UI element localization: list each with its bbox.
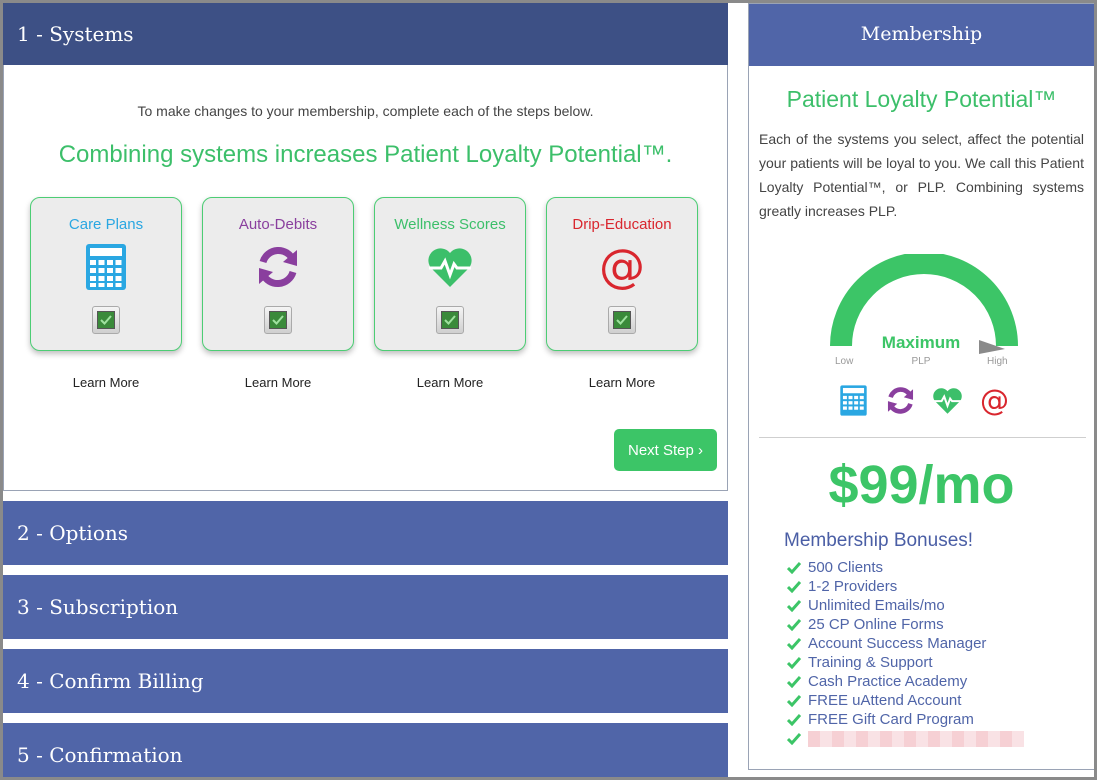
check-icon (787, 580, 801, 593)
learn-more-link[interactable]: Learn More (202, 375, 354, 390)
check-icon (787, 561, 801, 574)
bonus-item: Cash Practice Academy (787, 672, 1024, 691)
step-header-systems[interactable]: 1 - Systems (3, 3, 728, 65)
auto-debits-checkbox[interactable] (264, 306, 292, 334)
card-title: Auto-Debits (238, 216, 318, 233)
next-step-button[interactable]: Next Step › (614, 429, 717, 471)
bonus-label: Account Success Manager (808, 635, 987, 652)
check-icon (787, 732, 801, 745)
check-icon (100, 315, 112, 325)
calculator-icon (86, 244, 126, 290)
membership-sidebar: Membership Patient Loyalty Potential™ Ea… (748, 3, 1095, 770)
bonus-item: Training & Support (787, 653, 1024, 672)
check-icon (787, 656, 801, 669)
card-title: Care Plans (68, 216, 144, 233)
check-icon (787, 675, 801, 688)
bonus-label: 500 Clients (808, 559, 884, 576)
plp-headline: Combining systems increases Patient Loya… (58, 141, 673, 168)
bonus-label: 1-2 Providers (808, 578, 898, 595)
gauge-low-label: Low (835, 356, 854, 366)
bonus-label: FREE Gift Card Program (808, 711, 974, 728)
bonus-item: 25 CP Online Forms (787, 615, 1024, 634)
bonus-label: Unlimited Emails/mo (808, 597, 945, 614)
divider (759, 437, 1086, 438)
calculator-icon (840, 385, 867, 416)
at-sign-icon: @ (980, 384, 1009, 417)
check-icon (272, 315, 284, 325)
gauge-sub-label: PLP (912, 356, 931, 366)
bonuses-list: 500 Clients 1-2 Providers Unlimited Emai… (787, 558, 1024, 748)
care-plans-checkbox[interactable] (92, 306, 120, 334)
gauge-value-label: Maximum (882, 333, 960, 352)
sync-icon (887, 387, 914, 414)
card-title: Drip-Education (572, 216, 672, 233)
bonus-item: FREE uAttend Account (787, 691, 1024, 710)
heartbeat-icon (428, 248, 472, 287)
bonus-item: 500 Clients (787, 558, 1024, 577)
bonus-label: Training & Support (808, 654, 933, 671)
bonus-label: Cash Practice Academy (808, 673, 968, 690)
drip-education-checkbox[interactable] (608, 306, 636, 334)
system-card-auto-debits: Auto-Debits Learn More (202, 197, 354, 390)
check-icon (787, 694, 801, 707)
system-card-drip-education: Drip-Education @ Learn More (546, 197, 698, 390)
intro-text: To make changes to your membership, comp… (137, 103, 594, 119)
systems-panel: To make changes to your membership, comp… (3, 65, 728, 491)
learn-more-link[interactable]: Learn More (546, 375, 698, 390)
system-card-care-plans: Care Plans Learn More (30, 197, 182, 390)
svg-text:@: @ (980, 384, 1009, 417)
bonus-label: 25 CP Online Forms (808, 616, 944, 633)
system-card-wellness-scores: Wellness Scores Learn More (374, 197, 526, 390)
svg-text:@: @ (599, 242, 645, 292)
bonus-item: Unlimited Emails/mo (787, 596, 1024, 615)
learn-more-link[interactable]: Learn More (374, 375, 526, 390)
gauge-high-label: High (987, 356, 1008, 366)
check-icon (787, 599, 801, 612)
check-icon (787, 713, 801, 726)
redacted-text (808, 730, 1024, 747)
bonus-item: 1-2 Providers (787, 577, 1024, 596)
step-header-confirmation[interactable]: 5 - Confirmation (3, 723, 728, 780)
plp-description: Each of the systems you select, affect t… (759, 131, 1084, 219)
learn-more-link[interactable]: Learn More (30, 375, 182, 390)
bonus-item: FREE Gift Card Program (787, 710, 1024, 729)
step-header-subscription[interactable]: 3 - Subscription (3, 575, 728, 639)
bonus-label: FREE uAttend Account (808, 692, 962, 709)
card-auto-debits[interactable]: Auto-Debits (202, 197, 354, 351)
collapsed-steps: 2 - Options 3 - Subscription 4 - Confirm… (3, 501, 728, 780)
step-header-confirm-billing[interactable]: 4 - Confirm Billing (3, 649, 728, 713)
bonuses-title: Membership Bonuses! (784, 530, 974, 551)
membership-price: $99/mo (828, 455, 1015, 515)
card-wellness-scores[interactable]: Wellness Scores (374, 197, 526, 351)
check-icon (616, 315, 628, 325)
check-icon (787, 618, 801, 631)
wellness-scores-checkbox[interactable] (436, 306, 464, 334)
sync-icon (259, 247, 297, 287)
plp-title: Patient Loyalty Potential™ (786, 86, 1057, 112)
check-icon (787, 637, 801, 650)
plp-gauge: Maximum PLP Low High (830, 254, 1018, 366)
bonus-item: Account Success Manager (787, 634, 1024, 653)
membership-header: Membership (749, 4, 1094, 66)
selected-systems-icons: @ (837, 384, 1011, 417)
card-care-plans[interactable]: Care Plans (30, 197, 182, 351)
card-title: Wellness Scores (394, 216, 506, 233)
steps-column: 1 - Systems To make changes to your memb… (3, 3, 728, 780)
system-cards: Care Plans Learn More Auto-Debits Learn … (30, 197, 698, 390)
bonus-item-redacted (787, 729, 1024, 748)
card-drip-education[interactable]: Drip-Education @ (546, 197, 698, 351)
at-sign-icon: @ (599, 242, 645, 292)
heartbeat-icon (933, 388, 962, 414)
step-header-options[interactable]: 2 - Options (3, 501, 728, 565)
check-icon (444, 315, 456, 325)
